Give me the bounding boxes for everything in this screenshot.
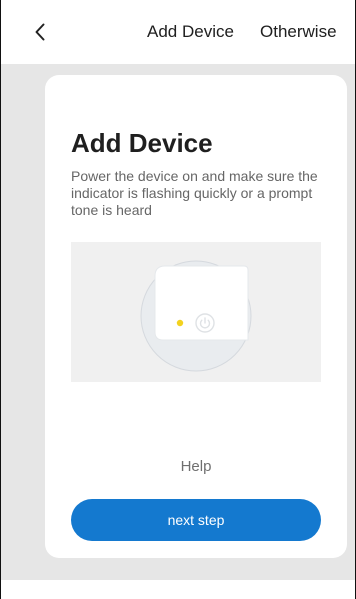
- add-device-card: Add Device Power the device on and make …: [45, 75, 347, 558]
- add-device-screen: Add Device Otherwise Add Device Power th…: [0, 0, 356, 599]
- device-illustration: [71, 242, 321, 382]
- bottom-safe-area: [1, 580, 355, 599]
- card-title: Add Device: [71, 128, 213, 159]
- navigation-bar: Add Device Otherwise: [1, 0, 355, 64]
- back-button[interactable]: [29, 21, 51, 43]
- instruction-text: Power the device on and make sure the in…: [71, 168, 318, 218]
- next-step-button[interactable]: next step: [71, 499, 321, 541]
- indicator-light: [176, 319, 184, 327]
- device-drawing: [71, 242, 321, 382]
- help-link[interactable]: Help: [45, 457, 347, 477]
- nav-title: Add Device: [147, 22, 234, 41]
- main-content: Add Device Power the device on and make …: [1, 64, 355, 580]
- otherwise-button[interactable]: Otherwise: [260, 21, 337, 43]
- chevron-left-icon: [35, 23, 45, 41]
